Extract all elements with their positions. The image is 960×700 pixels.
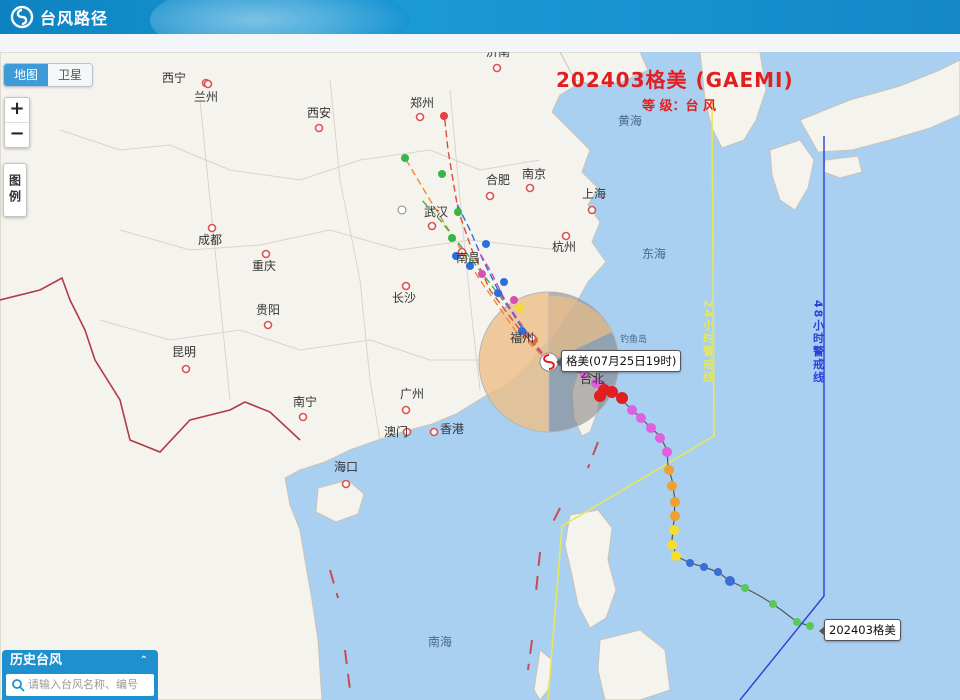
- city-label: 福州: [510, 330, 534, 345]
- city-marker: [207, 223, 217, 233]
- top-header-bar: 台风路径: [0, 0, 960, 34]
- sea-label: 黄海: [618, 113, 642, 128]
- city-label: 杭州: [552, 239, 576, 254]
- city-label: 济南: [486, 52, 510, 59]
- site-logo[interactable]: 台风路径: [10, 5, 108, 29]
- city-marker: [415, 112, 425, 122]
- city-marker: [401, 281, 411, 291]
- typhoon-title: 202403格美 (GAEMI): [556, 68, 794, 92]
- city-marker: [525, 183, 535, 193]
- city-marker: [181, 364, 191, 374]
- sea-label: 钓鱼岛: [620, 333, 647, 345]
- city-marker: [587, 205, 597, 215]
- city-marker: [492, 63, 502, 73]
- city-label: 西宁: [162, 70, 186, 85]
- city-marker: [429, 427, 439, 437]
- city-label: 上海: [582, 186, 606, 201]
- typhoon-map[interactable]: 24小时警戒线 48小时警戒线 西宁兰州西安郑州济南合肥 南京上海武汉杭州成都重…: [0, 52, 960, 700]
- city-marker: [561, 231, 571, 241]
- city-label: 昆明: [172, 345, 196, 359]
- city-marker: [427, 221, 437, 231]
- city-label: 广州: [400, 387, 424, 401]
- city-label: 武汉: [424, 205, 448, 219]
- sea-label: 东海: [642, 246, 666, 261]
- legend-button[interactable]: 图例: [3, 163, 27, 217]
- city-label: 南宁: [293, 394, 317, 409]
- typhoon-logo-icon: [10, 5, 34, 29]
- city-label: 贵阳: [256, 303, 280, 317]
- city-label: 长沙: [392, 291, 416, 305]
- warning-line-24h-label: 24小时警戒线: [702, 300, 716, 384]
- city-marker: [341, 479, 351, 489]
- city-marker: [203, 79, 213, 89]
- city-label: 西安: [307, 105, 331, 120]
- map-mode-toggle[interactable]: 地图 卫星: [3, 63, 94, 87]
- city-label: 郑州: [410, 95, 434, 110]
- map-canvas[interactable]: 24小时警戒线 48小时警戒线 西宁 兰州 西安 郑州 济南 合肥 南京 上海 …: [0, 52, 960, 700]
- zoom-out-button[interactable]: −: [5, 123, 29, 147]
- current-position-tooltip[interactable]: 格美(07月25日19时): [555, 350, 682, 372]
- typhoon-grade: 等 级：台 风: [642, 99, 717, 114]
- warning-line-48h-label: 48小时警戒线: [812, 300, 826, 384]
- collapse-caret-icon[interactable]: ⌃: [140, 650, 148, 672]
- city-label: 兰州: [194, 90, 218, 104]
- city-label: 海口: [334, 459, 358, 474]
- zoom-control[interactable]: + −: [4, 97, 30, 148]
- site-title: 台风路径: [40, 9, 109, 28]
- map-mode-satellite-button[interactable]: 卫星: [48, 64, 93, 86]
- search-icon: [12, 679, 25, 692]
- city-marker: [401, 405, 411, 415]
- header-banner-image: [150, 0, 410, 34]
- sub-header-strip: [0, 34, 960, 53]
- city-marker: [263, 320, 273, 330]
- city-marker: [485, 191, 495, 201]
- typhoon-search-input[interactable]: [28, 676, 148, 692]
- city-label: 成都: [198, 233, 222, 247]
- history-panel-title: 历史台风: [10, 653, 63, 668]
- city-label: 合肥: [486, 172, 510, 187]
- city-label: 南京: [522, 166, 546, 181]
- zoom-in-button[interactable]: +: [5, 98, 29, 123]
- city-label: 南昌: [456, 250, 480, 265]
- history-typhoon-panel: 历史台风 ⌃: [2, 650, 158, 700]
- city-marker: [298, 412, 308, 422]
- start-position-tooltip[interactable]: 202403格美: [819, 619, 901, 641]
- city-marker: [261, 249, 271, 259]
- sea-label: 南海: [428, 634, 452, 649]
- map-mode-map-button[interactable]: 地图: [4, 64, 49, 86]
- city-label: 香港: [440, 422, 464, 436]
- history-panel-header[interactable]: 历史台风 ⌃: [2, 650, 158, 672]
- city-label: 重庆: [252, 259, 276, 273]
- city-marker: [314, 123, 324, 133]
- history-search-box[interactable]: [6, 674, 154, 696]
- city-label: 澳门: [384, 424, 408, 439]
- city-label: 台北: [580, 371, 604, 386]
